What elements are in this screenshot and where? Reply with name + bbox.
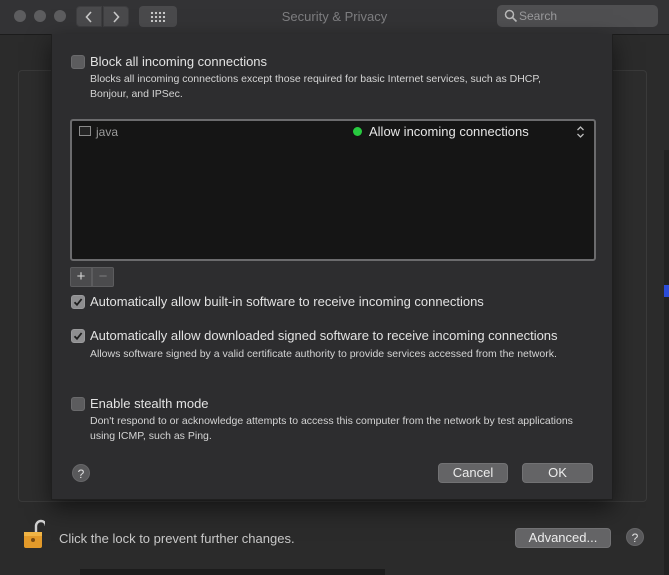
cancel-button[interactable]: Cancel xyxy=(438,463,508,483)
chevron-up-down-icon[interactable] xyxy=(576,125,585,139)
checkmark-icon xyxy=(73,298,83,307)
block-all-description: Blocks all incoming connections except t… xyxy=(90,73,541,100)
search-icon xyxy=(504,9,518,23)
remove-app-button[interactable]: − xyxy=(92,267,114,287)
search-field[interactable] xyxy=(497,5,658,27)
auto-allow-builtin-checkbox[interactable] xyxy=(71,295,85,309)
stealth-mode-description: Don't respond to or acknowledge attempts… xyxy=(90,415,573,442)
auto-allow-builtin-label: Automatically allow built-in software to… xyxy=(90,294,484,309)
auto-allow-signed-label: Automatically allow downloaded signed so… xyxy=(90,328,558,343)
help-button[interactable]: ? xyxy=(626,528,644,546)
search-input[interactable] xyxy=(519,7,649,24)
block-all-checkbox[interactable] xyxy=(71,55,85,69)
help-button[interactable]: ? xyxy=(72,464,90,482)
advanced-button[interactable]: Advanced... xyxy=(515,528,611,548)
auto-allow-signed-checkbox[interactable] xyxy=(71,329,85,343)
app-list[interactable]: java Allow incoming connections xyxy=(70,119,596,261)
stealth-mode-label: Enable stealth mode xyxy=(90,396,209,411)
window-toolbar: Security & Privacy xyxy=(0,0,669,35)
firewall-options-sheet: Block all incoming connections Blocks al… xyxy=(51,34,613,500)
status-green-dot-icon xyxy=(353,127,362,136)
stealth-mode-checkbox[interactable] xyxy=(71,397,85,411)
list-item[interactable]: java Allow incoming connections xyxy=(72,121,594,145)
background-window-edge xyxy=(664,150,669,575)
ok-button[interactable]: OK xyxy=(522,463,593,483)
add-app-button[interactable]: + xyxy=(70,267,92,287)
lock-status-text: Click the lock to prevent further change… xyxy=(59,531,295,546)
connection-status-select[interactable]: Allow incoming connections xyxy=(369,124,529,139)
block-all-label: Block all incoming connections xyxy=(90,54,268,69)
background-window-edge xyxy=(80,569,385,575)
checkmark-icon xyxy=(73,332,83,341)
auto-allow-signed-description: Allows software signed by a valid certif… xyxy=(90,348,557,360)
lock-open-icon[interactable] xyxy=(23,518,45,550)
app-name: java xyxy=(96,125,119,139)
app-window-icon xyxy=(79,126,91,136)
